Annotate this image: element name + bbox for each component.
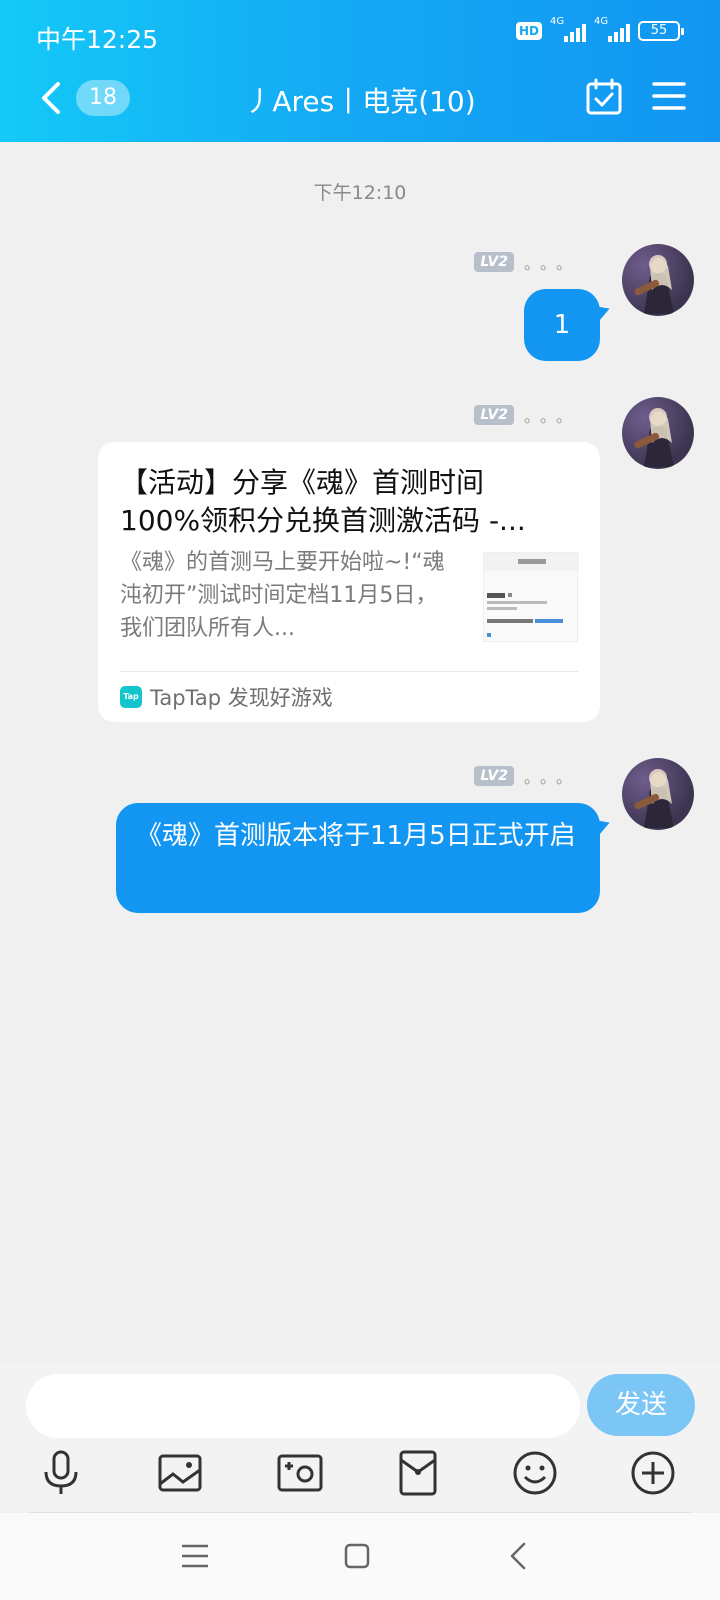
hd-icon: HD [515,22,542,40]
message-input[interactable] [26,1374,580,1438]
level-badge: LV2 [474,766,514,786]
avatar[interactable] [622,244,694,316]
image-icon[interactable] [155,1448,205,1498]
thumbnail-image [484,553,579,637]
message-bubble[interactable]: 1 [524,289,600,361]
member-level-row: LV2 。。。 [474,250,580,274]
battery-icon: 55 [638,21,684,41]
recent-apps-icon[interactable] [178,1539,212,1573]
system-nav-bar [0,1513,720,1600]
member-level-row: LV2 。。。 [474,764,580,788]
taptap-icon: Tap [120,686,142,708]
level-badge: LV2 [474,252,514,272]
status-bar: 中午12:25 HD 4G 4G 55 [0,0,720,70]
avatar-image [634,408,674,467]
avatar[interactable] [622,397,694,469]
nickname-dots: 。。。 [523,254,580,273]
avatar[interactable] [622,758,694,830]
card-source-label: TapTap 发现好游戏 [150,686,333,710]
signal-icon-2: 4G [594,16,630,42]
status-time: 中午12:25 [36,25,159,54]
avatar-image [634,769,674,828]
message-timestamp: 下午12:10 [313,182,407,204]
message-bubble[interactable]: 《魂》首测版本将于11月5日正式开启 [116,803,600,913]
camera-icon[interactable] [275,1448,325,1498]
plus-icon[interactable] [628,1448,678,1498]
chat-header: 中午12:25 HD 4G 4G 55 18 丿Ares丨电竞(10) [0,0,720,142]
card-title: 【活动】分享《魂》首测时间100%领积分兑换首测激活码 -... [120,466,526,537]
calendar-check-icon[interactable] [585,78,623,116]
nickname-dots: 。。。 [523,407,580,426]
emoji-icon[interactable] [510,1448,560,1498]
back-nav-icon[interactable] [502,1539,536,1573]
signal-icon: 4G [550,16,586,42]
avatar-image [634,255,674,314]
input-toolbar [0,1448,720,1508]
microphone-icon[interactable] [36,1448,86,1498]
input-bar: 发送 [0,1362,720,1513]
card-description: 《魂》的首测马上要开始啦~!“魂沌初开”测试时间定档11月5日，我们团队所有人.… [120,550,445,641]
member-level-row: LV2 。。。 [474,403,580,427]
status-icons: HD 4G 4G 55 [515,16,684,42]
share-card[interactable]: 【活动】分享《魂》首测时间100%领积分兑换首测激活码 -... 《魂》的首测马… [98,442,600,722]
send-button[interactable]: 发送 [587,1374,695,1436]
menu-icon[interactable] [652,80,686,112]
red-packet-icon[interactable] [393,1448,443,1498]
nickname-dots: 。。。 [523,768,580,787]
card-divider [120,671,578,672]
level-badge: LV2 [474,405,514,425]
card-thumbnail [483,552,579,642]
home-icon[interactable] [340,1539,374,1573]
nav-bar: 18 丿Ares丨电竞(10) [0,70,720,130]
card-source: Tap TapTap 发现好游戏 [120,682,333,712]
